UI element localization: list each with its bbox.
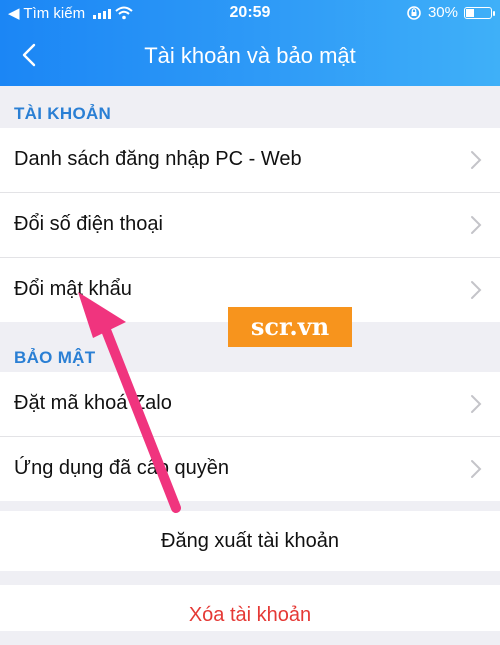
row-change-phone-number[interactable]: Đổi số điện thoại bbox=[0, 193, 500, 258]
security-settings-group: Đặt mã khoá Zalo Ứng dụng đã cấp quyền bbox=[0, 372, 500, 501]
page-title: Tài khoản và bảo mật bbox=[144, 43, 356, 68]
chevron-right-icon bbox=[471, 151, 482, 169]
section-header-security: BẢO MẬT bbox=[14, 348, 96, 367]
row-label: Đặt mã khoá Zalo bbox=[14, 392, 172, 414]
row-label: Đổi mật khẩu bbox=[14, 278, 132, 300]
battery-percent: 30% bbox=[427, 4, 458, 21]
chevron-right-icon bbox=[471, 460, 482, 478]
chevron-right-icon bbox=[471, 216, 482, 234]
row-authorized-apps[interactable]: Ứng dụng đã cấp quyền bbox=[0, 437, 500, 501]
header: ◀ Tìm kiếm 20:59 30% Tài khoản và bảo mậ… bbox=[0, 0, 500, 86]
logout-button[interactable]: Đăng xuất tài khoản bbox=[0, 511, 500, 571]
battery-icon bbox=[464, 6, 495, 19]
row-set-zalo-passcode[interactable]: Đặt mã khoá Zalo bbox=[0, 372, 500, 437]
delete-account-button[interactable]: Xóa tài khoản bbox=[0, 585, 500, 631]
row-label: Ứng dụng đã cấp quyền bbox=[14, 457, 230, 479]
row-label: Đổi số điện thoại bbox=[14, 213, 163, 235]
chevron-right-icon bbox=[471, 281, 482, 299]
chevron-right-icon bbox=[471, 395, 482, 413]
watermark-logo: scr.vn bbox=[228, 307, 352, 347]
section-header-account: TÀI KHOẢN bbox=[14, 104, 112, 123]
row-label: Danh sách đăng nhập PC - Web bbox=[14, 148, 302, 170]
account-settings-group: Danh sách đăng nhập PC - Web Đổi số điện… bbox=[0, 128, 500, 322]
navigation-bar: Tài khoản và bảo mật bbox=[0, 28, 500, 86]
status-bar: ◀ Tìm kiếm 20:59 30% bbox=[0, 0, 500, 28]
rotation-lock-icon bbox=[407, 5, 421, 20]
row-pc-web-login-list[interactable]: Danh sách đăng nhập PC - Web bbox=[0, 128, 500, 193]
status-right: 30% bbox=[406, 4, 495, 21]
